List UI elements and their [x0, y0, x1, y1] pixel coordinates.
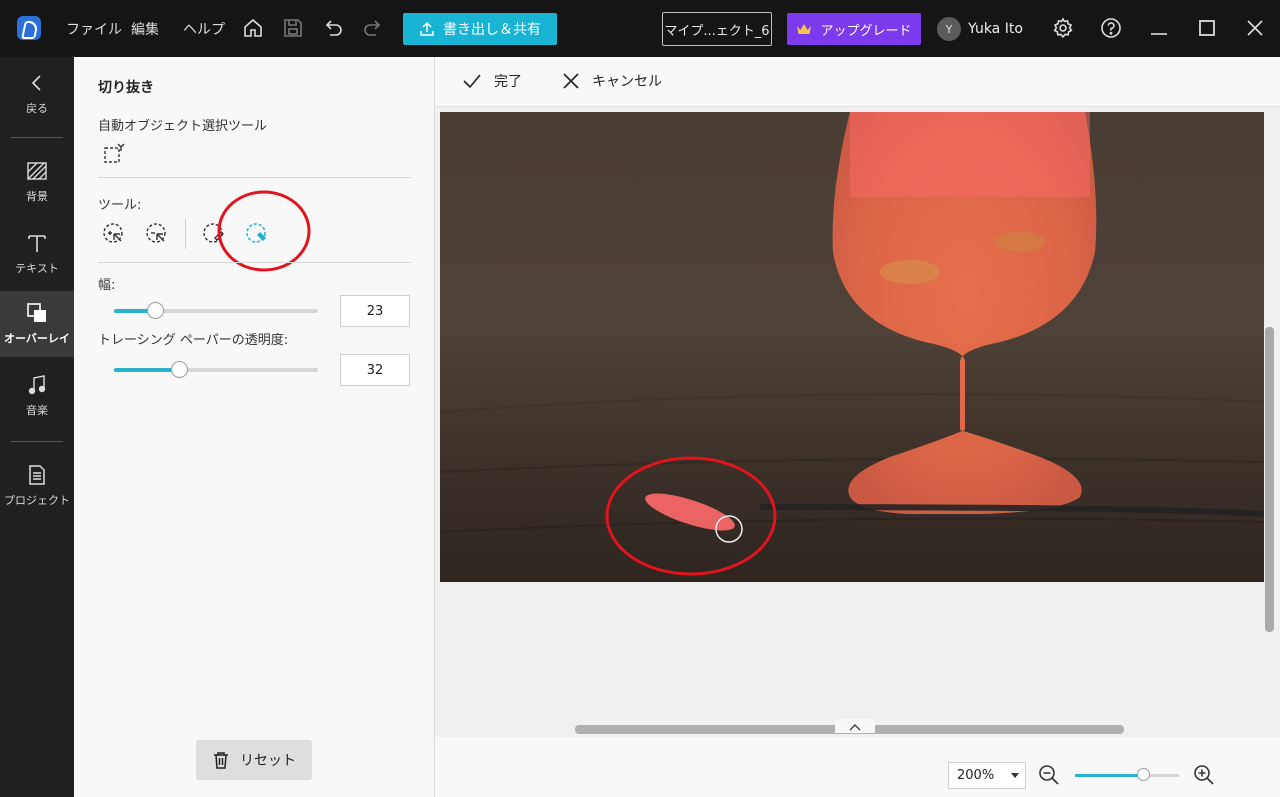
- rail-back-label: 戻る: [26, 102, 48, 115]
- gear-icon[interactable]: [1052, 17, 1074, 39]
- width-slider-thumb[interactable]: [146, 302, 164, 319]
- zoom-slider[interactable]: [1075, 768, 1179, 781]
- cutout-panel: 切り抜き 自動オブジェクト選択ツール ツール: 幅: 23 トレーシング ペーパ…: [74, 57, 435, 797]
- collapse-toggle[interactable]: [835, 719, 875, 733]
- project-name-label: マイプ...ェクト_6: [664, 23, 770, 39]
- canvas-area: 完了 キャンセル 200%: [435, 57, 1280, 797]
- avatar[interactable]: Y: [937, 17, 961, 41]
- rail-item-label: プロジェクト: [4, 494, 70, 507]
- close-icon[interactable]: [1244, 17, 1266, 39]
- home-icon[interactable]: [242, 17, 264, 39]
- text-icon: [28, 235, 46, 252]
- zoom-bar: 200%: [435, 737, 1280, 797]
- photo-image: [440, 112, 1264, 582]
- panel-title: 切り抜き: [98, 80, 154, 96]
- opacity-input[interactable]: 32: [340, 354, 410, 386]
- chevron-left-icon: [31, 75, 41, 91]
- minimize-icon[interactable]: [1148, 17, 1170, 39]
- menu-file[interactable]: ファイル: [66, 19, 122, 39]
- rail-back[interactable]: 戻る: [0, 61, 74, 127]
- trash-icon: [214, 752, 228, 769]
- zoom-select[interactable]: 200%: [948, 762, 1026, 789]
- rail-item-overlay[interactable]: オーバーレイ: [0, 291, 74, 357]
- auto-select-label: 自動オブジェクト選択ツール: [98, 119, 268, 134]
- left-rail: 戻る 背景 テキスト オーバーレイ 音楽 プロジェクト: [0, 57, 74, 797]
- music-note-icon: [28, 375, 46, 395]
- vertical-scrollbar[interactable]: [1264, 112, 1275, 782]
- check-icon: [463, 74, 481, 89]
- app-window: ファイル 編集 ヘルプ 書き出し＆共有 マイプ...ェクト_6 アップグレード …: [0, 0, 1280, 797]
- rail-item-label: オーバーレイ: [4, 332, 70, 345]
- user-name[interactable]: Yuka Ito: [968, 21, 1023, 37]
- upload-icon: [420, 21, 434, 36]
- crown-icon: [797, 24, 812, 34]
- action-bar: 完了 キャンセル: [435, 57, 1280, 107]
- rail-item-project[interactable]: プロジェクト: [0, 453, 74, 519]
- panel-divider: [98, 177, 411, 178]
- export-share-label: 書き出し＆共有: [443, 22, 541, 38]
- opacity-label: トレーシング ペーパーの透明度:: [98, 333, 289, 348]
- cancel-x-icon: [563, 73, 579, 89]
- app-logo: [17, 16, 41, 40]
- upgrade-label: アップグレード: [820, 23, 912, 39]
- reset-label: リセット: [240, 753, 296, 769]
- photo-canvas[interactable]: [440, 112, 1264, 582]
- overlay-icon: [27, 303, 46, 322]
- title-bar: ファイル 編集 ヘルプ 書き出し＆共有 マイプ...ェクト_6 アップグレード …: [0, 0, 1280, 57]
- opacity-slider-thumb[interactable]: [171, 361, 189, 378]
- upgrade-button[interactable]: アップグレード: [787, 13, 921, 45]
- zoom-slider-fill: [1075, 774, 1143, 777]
- rail-item-text[interactable]: テキスト: [0, 221, 74, 287]
- width-slider[interactable]: [114, 302, 318, 319]
- add-selection-icon[interactable]: [101, 221, 127, 247]
- rail-divider: [11, 441, 63, 442]
- menu-edit[interactable]: 編集: [131, 19, 159, 39]
- opacity-slider[interactable]: [114, 361, 318, 378]
- rail-divider: [11, 137, 63, 138]
- rail-item-background[interactable]: 背景: [0, 149, 74, 215]
- undo-icon[interactable]: [322, 17, 344, 39]
- document-icon: [29, 465, 45, 485]
- menu-help[interactable]: ヘルプ: [183, 19, 225, 39]
- zoom-out-icon[interactable]: [1038, 764, 1060, 790]
- width-label: 幅:: [98, 278, 116, 293]
- caret-down-icon: [1011, 773, 1019, 778]
- subtract-selection-icon[interactable]: [144, 221, 170, 247]
- chevron-up-icon: [849, 724, 861, 731]
- vertical-scrollbar-thumb[interactable]: [1265, 327, 1274, 632]
- done-label: 完了: [494, 74, 522, 90]
- auto-select-icon[interactable]: [101, 141, 127, 167]
- cancel-label: キャンセル: [592, 74, 662, 90]
- zoom-in-icon[interactable]: [1193, 764, 1215, 790]
- rail-item-label: 音楽: [26, 404, 48, 417]
- tools-label: ツール:: [98, 198, 142, 213]
- rail-item-label: テキスト: [15, 262, 59, 275]
- width-input[interactable]: 23: [340, 295, 410, 327]
- zoom-select-value: 200%: [957, 768, 995, 783]
- opacity-slider-fill: [114, 368, 180, 372]
- help-icon[interactable]: [1100, 17, 1122, 39]
- export-share-button[interactable]: 書き出し＆共有: [403, 13, 557, 45]
- done-button[interactable]: 完了: [462, 71, 522, 91]
- cancel-button[interactable]: キャンセル: [562, 71, 662, 91]
- project-name-button[interactable]: マイプ...ェクト_6: [662, 12, 772, 46]
- redo-icon[interactable]: [362, 17, 384, 39]
- zoom-slider-thumb[interactable]: [1136, 768, 1150, 781]
- tool-divider: [185, 219, 186, 249]
- annotation-circle: [217, 190, 311, 272]
- reset-button[interactable]: リセット: [196, 740, 312, 780]
- background-icon: [27, 162, 47, 180]
- maximize-icon[interactable]: [1196, 17, 1218, 39]
- rail-item-music[interactable]: 音楽: [0, 363, 74, 429]
- rail-item-label: 背景: [26, 190, 48, 203]
- panel-divider: [98, 262, 411, 263]
- save-icon[interactable]: [282, 17, 304, 39]
